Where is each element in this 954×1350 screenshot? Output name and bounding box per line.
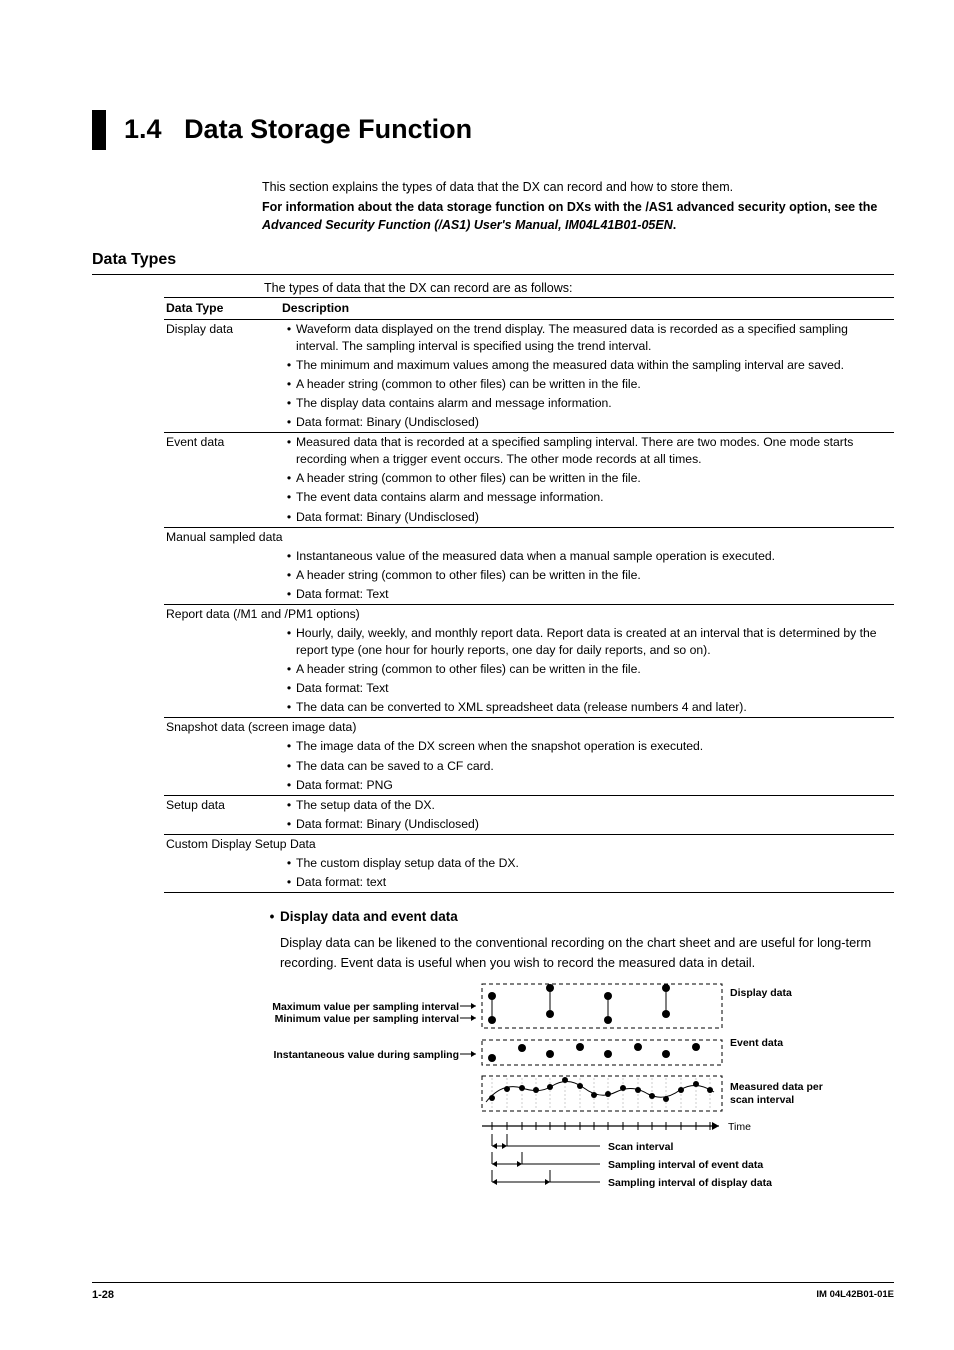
table-empty-cell — [164, 660, 280, 679]
table-desc-cell: •A header string (common to other files)… — [280, 375, 894, 394]
table-type-span: Manual sampled data — [164, 527, 894, 547]
table-desc-cell: •Data format: Text — [280, 585, 894, 605]
table-desc-cell: •The display data contains alarm and mes… — [280, 394, 894, 413]
data-types-intro: The types of data that the DX can record… — [264, 279, 894, 297]
diagram-sampling-display-label: Sampling interval of display data — [608, 1177, 772, 1189]
subheading-display-event: •Display data and event data — [264, 907, 894, 927]
table-type-cell: Setup data — [164, 795, 280, 815]
table-desc-cell: •A header string (common to other files)… — [280, 660, 894, 679]
table-desc-cell: •Measured data that is recorded at a spe… — [280, 433, 894, 470]
table-empty-cell — [164, 776, 280, 796]
table-desc-cell: •Waveform data displayed on the trend di… — [280, 319, 894, 356]
table-type-span: Custom Display Setup Data — [164, 834, 894, 854]
table-desc-cell: •The image data of the DX screen when th… — [280, 737, 894, 756]
intro-bold-suffix: . — [673, 218, 676, 232]
document-page: 1.4 Data Storage Function This section e… — [0, 0, 954, 1350]
table-type-cell — [164, 413, 280, 433]
diagram-min-label: Minimum value per sampling interval — [275, 1013, 459, 1025]
diagram: Maximum value per sampling interval Mini… — [264, 982, 894, 1207]
table-type-cell — [164, 469, 280, 488]
table-desc-cell: •Instantaneous value of the measured dat… — [280, 547, 894, 566]
table-type-cell — [164, 815, 280, 835]
table-type-cell — [164, 508, 280, 528]
table-type-span: Snapshot data (screen image data) — [164, 718, 894, 738]
measured-data-box — [482, 1076, 722, 1111]
table-empty-cell — [164, 585, 280, 605]
diagram-measured-label2: scan interval — [730, 1094, 794, 1106]
intro-italic: Advanced Security Function (/AS1) User's… — [262, 218, 673, 232]
sub-body: Display data can be likened to the conve… — [280, 933, 894, 973]
section-number: 1.4 — [124, 114, 162, 144]
footer-page-number: 1-28 — [92, 1288, 114, 1304]
table-desc-cell: •Data format: Binary (Undisclosed) — [280, 413, 894, 433]
diagram-scan-interval-label: Scan interval — [608, 1141, 673, 1153]
page-footer: 1-28 IM 04L42B01-01E — [92, 1282, 894, 1304]
table-type-cell: Event data — [164, 433, 280, 470]
footer-doc-id: IM 04L42B01-01E — [816, 1288, 894, 1304]
diagram-svg: Maximum value per sampling interval Mini… — [264, 982, 866, 1202]
table-type-cell: Display data — [164, 319, 280, 356]
intro-paragraph: This section explains the types of data … — [262, 178, 894, 234]
table-desc-cell: •Data format: text — [280, 873, 894, 893]
table-type-cell — [164, 356, 280, 375]
display-data-box — [482, 984, 722, 1028]
table-type-span: Report data (/M1 and /PM1 options) — [164, 604, 894, 624]
diagram-time-label: Time — [728, 1121, 751, 1133]
intro-line: This section explains the types of data … — [262, 178, 894, 196]
table-header-desc: Description — [280, 297, 894, 319]
diagram-max-label: Maximum value per sampling interval — [272, 1001, 459, 1013]
title-bar — [92, 110, 106, 150]
table-desc-cell: •Hourly, daily, weekly, and monthly repo… — [280, 624, 894, 660]
table-desc-cell: •A header string (common to other files)… — [280, 566, 894, 585]
event-data-box — [482, 1040, 722, 1065]
section-title: 1.4 Data Storage Function — [124, 110, 472, 149]
table-desc-cell: •The custom display setup data of the DX… — [280, 854, 894, 873]
subheading-title: Display data and event data — [280, 909, 458, 924]
table-empty-cell — [164, 757, 280, 776]
diagram-sampling-event-label: Sampling interval of event data — [608, 1159, 763, 1171]
table-header-type: Data Type — [164, 297, 280, 319]
diagram-measured-label1: Measured data per — [730, 1081, 823, 1093]
diagram-display-data-label: Display data — [730, 987, 792, 999]
table-type-cell — [164, 375, 280, 394]
section-title-block: 1.4 Data Storage Function — [92, 110, 894, 150]
diagram-event-data-label: Event data — [730, 1037, 783, 1049]
data-types-table: Data Type Description Display data•Wavef… — [164, 297, 894, 893]
section-name: Data Storage Function — [184, 114, 472, 144]
table-empty-cell — [164, 873, 280, 893]
table-desc-cell: •The event data contains alarm and messa… — [280, 488, 894, 507]
table-desc-cell: •The setup data of the DX. — [280, 795, 894, 815]
table-desc-cell: •The data can be converted to XML spread… — [280, 698, 894, 718]
table-type-cell — [164, 488, 280, 507]
table-empty-cell — [164, 854, 280, 873]
table-type-cell — [164, 394, 280, 413]
table-desc-cell: •Data format: PNG — [280, 776, 894, 796]
diagram-inst-label: Instantaneous value during sampling — [273, 1049, 459, 1061]
table-desc-cell: •The minimum and maximum values among th… — [280, 356, 894, 375]
table-empty-cell — [164, 566, 280, 585]
table-empty-cell — [164, 679, 280, 698]
table-desc-cell: •Data format: Binary (Undisclosed) — [280, 508, 894, 528]
table-empty-cell — [164, 698, 280, 718]
table-empty-cell — [164, 547, 280, 566]
table-desc-cell: •A header string (common to other files)… — [280, 469, 894, 488]
heading-data-types: Data Types — [92, 248, 894, 271]
table-desc-cell: •Data format: Text — [280, 679, 894, 698]
table-empty-cell — [164, 737, 280, 756]
intro-bold-prefix: For information about the data storage f… — [262, 200, 877, 214]
table-desc-cell: •Data format: Binary (Undisclosed) — [280, 815, 894, 835]
table-desc-cell: •The data can be saved to a CF card. — [280, 757, 894, 776]
table-empty-cell — [164, 624, 280, 660]
heading-divider — [92, 274, 894, 275]
